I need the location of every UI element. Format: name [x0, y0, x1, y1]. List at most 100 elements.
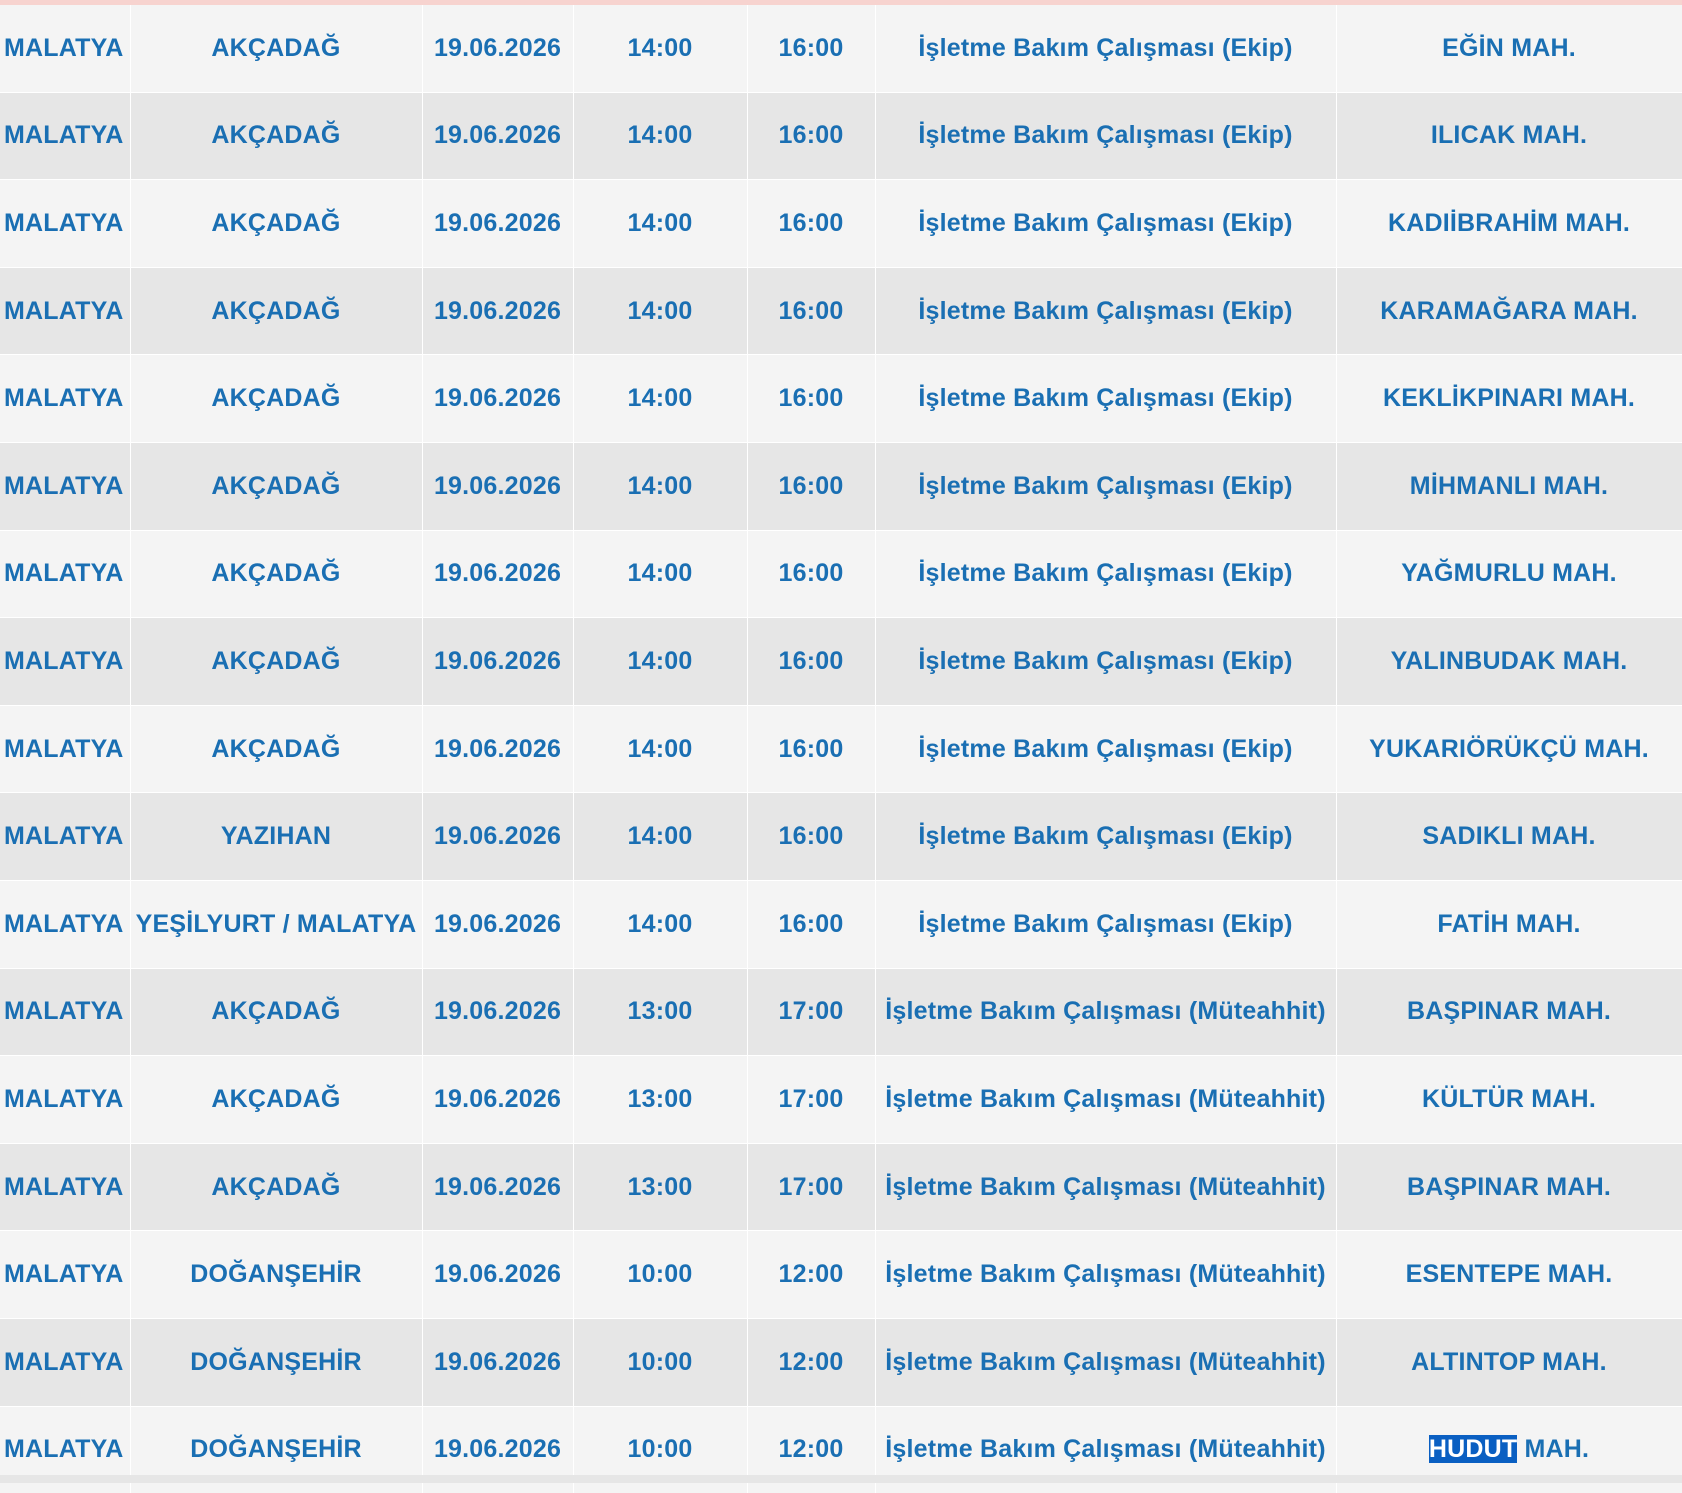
cell-neighborhood: ALTINTOP MAH.	[1336, 1317, 1682, 1406]
cell-end-time: 16:00	[747, 266, 876, 355]
cell-neighborhood: FATİH MAH.	[1336, 879, 1682, 969]
cell-date: 19.06.2026	[422, 354, 574, 443]
cell-date: 19.06.2026	[422, 1317, 574, 1406]
table-row: MALATYA YEŞİLYURT / MALATYA 19.06.2026 1…	[0, 879, 1682, 969]
cell-start-time: 14:00	[573, 91, 748, 180]
table-row: MALATYA AKÇADAĞ 19.06.2026 13:00 17:00 İ…	[0, 1055, 1682, 1144]
cell-reason: İşletme Bakım Çalışması (Ekip)	[875, 792, 1337, 881]
cell-district: YEŞİLYURT / MALATYA	[130, 879, 423, 969]
cell-city: MALATYA	[0, 704, 131, 793]
table-row: MALATYA DOĞANŞEHİR 19.06.2026 10:00 12:0…	[0, 1317, 1682, 1406]
cell-start-time: 14:00	[573, 266, 748, 355]
cell-neighborhood: SADIKLI MAH.	[1336, 792, 1682, 881]
table-row: MALATYA AKÇADAĞ 19.06.2026 14:00 16:00 İ…	[0, 91, 1682, 180]
cell-start-time: 13:00	[573, 1055, 748, 1144]
cell-date: 19.06.2026	[422, 704, 574, 793]
cell-reason: İşletme Bakım Çalışması (Müteahhit)	[875, 1230, 1337, 1319]
cell-district: DOĞANŞEHİR	[130, 1230, 423, 1319]
cell-end-time: 17:00	[747, 1055, 876, 1144]
cell-date: 19.06.2026	[422, 179, 574, 268]
cell-end-time: 16:00	[747, 704, 876, 793]
cell-end-time: 16:00	[747, 91, 876, 180]
cell-neighborhood: ESENTEPE MAH.	[1336, 1230, 1682, 1319]
cell-date: 19.06.2026	[422, 529, 574, 618]
cell-city: MALATYA	[0, 5, 131, 93]
cell-date: 19.06.2026	[422, 792, 574, 881]
table-row: MALATYA AKÇADAĞ 19.06.2026 14:00 16:00 İ…	[0, 441, 1682, 531]
cell-reason: İşletme Bakım Çalışması (Ekip)	[875, 354, 1337, 443]
cell-district: DOĞANŞEHİR	[130, 1317, 423, 1406]
cell-city: MALATYA	[0, 529, 131, 618]
neighborhood-suffix: MAH.	[1517, 1435, 1590, 1464]
cell-date: 19.06.2026	[422, 1142, 574, 1231]
table-row: MALATYA AKÇADAĞ 19.06.2026 14:00 16:00 İ…	[0, 617, 1682, 706]
cell-district: AKÇADAĞ	[130, 1055, 423, 1144]
cell-start-time: 14:00	[573, 441, 748, 531]
cell-date: 19.06.2026	[422, 879, 574, 969]
cell-city: MALATYA	[0, 91, 131, 180]
cell-district: AKÇADAĞ	[130, 266, 423, 355]
cell-district: AKÇADAĞ	[130, 1142, 423, 1231]
cell-date: 19.06.2026	[422, 617, 574, 706]
table-row: MALATYA AKÇADAĞ 19.06.2026 13:00 17:00 İ…	[0, 1142, 1682, 1231]
cell-district: AKÇADAĞ	[130, 91, 423, 180]
cell-city: MALATYA	[0, 441, 131, 531]
cell-city: MALATYA	[0, 354, 131, 443]
cell-city: MALATYA	[0, 1142, 131, 1231]
cell-neighborhood: KADIİBRAHİM MAH.	[1336, 179, 1682, 268]
cell-reason: İşletme Bakım Çalışması (Müteahhit)	[875, 1142, 1337, 1231]
cell-end-time: 16:00	[747, 879, 876, 969]
cell-end-time: 16:00	[747, 179, 876, 268]
cell-reason: İşletme Bakım Çalışması (Ekip)	[875, 704, 1337, 793]
cell-neighborhood: KÜLTÜR MAH.	[1336, 1055, 1682, 1144]
cell-date: 19.06.2026	[422, 441, 574, 531]
cell-reason: İşletme Bakım Çalışması (Ekip)	[875, 441, 1337, 531]
cell-start-time: 13:00	[573, 967, 748, 1056]
cell-end-time: 16:00	[747, 792, 876, 881]
power-outage-table: MALATYA AKÇADAĞ 19.06.2026 14:00 16:00 İ…	[0, 5, 1682, 1493]
cell-neighborhood: MİHMANLI MAH.	[1336, 441, 1682, 531]
cell-neighborhood: YUKARIÖRÜKÇÜ MAH.	[1336, 704, 1682, 793]
cell-date: 19.06.2026	[422, 1055, 574, 1144]
table-row: MALATYA AKÇADAĞ 19.06.2026 13:00 17:00 İ…	[0, 967, 1682, 1056]
cell-reason: İşletme Bakım Çalışması (Ekip)	[875, 529, 1337, 618]
cell-district: AKÇADAĞ	[130, 179, 423, 268]
table-row: MALATYA AKÇADAĞ 19.06.2026 14:00 16:00 İ…	[0, 704, 1682, 793]
table-row: MALATYA YAZIHAN 19.06.2026 14:00 16:00 İ…	[0, 792, 1682, 881]
cell-end-time: 16:00	[747, 5, 876, 93]
cell-start-time: 13:00	[573, 1142, 748, 1231]
selected-text-highlight[interactable]: HUDUT	[1428, 1435, 1518, 1464]
cell-start-time: 14:00	[573, 354, 748, 443]
cell-end-time: 16:00	[747, 354, 876, 443]
cell-district: AKÇADAĞ	[130, 617, 423, 706]
cell-end-time: 12:00	[747, 1317, 876, 1406]
cell-start-time: 10:00	[573, 1317, 748, 1406]
cell-reason: İşletme Bakım Çalışması (Ekip)	[875, 617, 1337, 706]
cell-district: AKÇADAĞ	[130, 5, 423, 93]
cell-city: MALATYA	[0, 617, 131, 706]
cell-city: MALATYA	[0, 967, 131, 1056]
cell-end-time: 17:00	[747, 967, 876, 1056]
cell-date: 19.06.2026	[422, 5, 574, 93]
cell-city: MALATYA	[0, 266, 131, 355]
cell-neighborhood: ILICAK MAH.	[1336, 91, 1682, 180]
cell-start-time: 14:00	[573, 179, 748, 268]
cell-district: AKÇADAĞ	[130, 441, 423, 531]
cell-city: MALATYA	[0, 179, 131, 268]
cell-neighborhood: YALINBUDAK MAH.	[1336, 617, 1682, 706]
cell-date: 19.06.2026	[422, 91, 574, 180]
cell-end-time: 16:00	[747, 529, 876, 618]
cell-neighborhood: KEKLİKPINARI MAH.	[1336, 354, 1682, 443]
cell-district: YAZIHAN	[130, 792, 423, 881]
cell-date: 19.06.2026	[422, 266, 574, 355]
cell-city: MALATYA	[0, 879, 131, 969]
cell-start-time: 14:00	[573, 792, 748, 881]
cell-start-time: 14:00	[573, 529, 748, 618]
cell-start-time: 14:00	[573, 5, 748, 93]
cell-district: AKÇADAĞ	[130, 354, 423, 443]
cell-neighborhood: EĞİN MAH.	[1336, 5, 1682, 93]
table-row: MALATYA DOĞANŞEHİR 19.06.2026 10:00 12:0…	[0, 1230, 1682, 1319]
table-row: MALATYA AKÇADAĞ 19.06.2026 14:00 16:00 İ…	[0, 354, 1682, 443]
cell-end-time: 16:00	[747, 441, 876, 531]
table-body: MALATYA AKÇADAĞ 19.06.2026 14:00 16:00 İ…	[0, 5, 1682, 1493]
